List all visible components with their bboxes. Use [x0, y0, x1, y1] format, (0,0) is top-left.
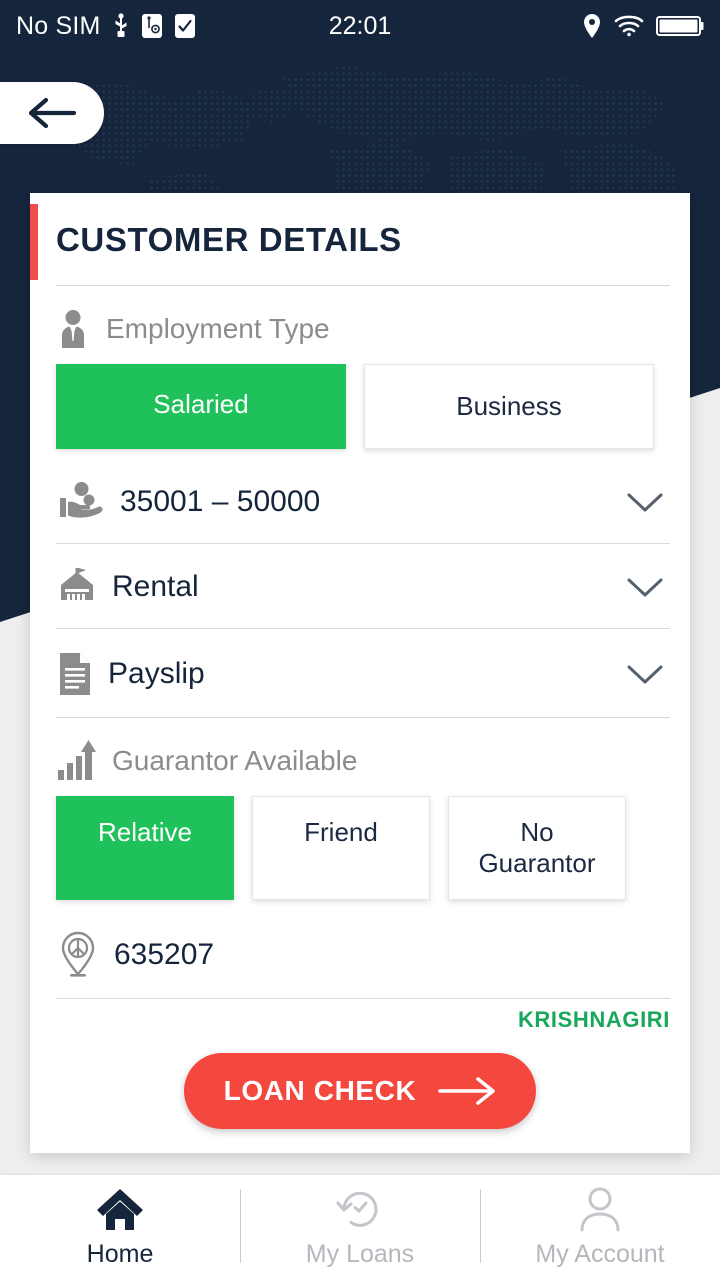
growth-chart-icon [58, 740, 96, 780]
businessman-icon [62, 310, 84, 348]
chevron-down-icon [627, 665, 663, 684]
guarantor-options: Relative Friend No Guarantor [56, 788, 670, 910]
nav-label-my-loans: My Loans [305, 1240, 415, 1268]
document-select[interactable]: Payslip [56, 629, 670, 718]
guarantor-option-friend[interactable]: Friend [252, 796, 430, 900]
nav-item-home[interactable]: Home [0, 1175, 240, 1280]
page-title: CUSTOMER DETAILS [56, 221, 402, 258]
status-bar: No SIM 22:01 [0, 0, 720, 52]
status-bar-left: No SIM [16, 12, 196, 41]
card-header: CUSTOMER DETAILS [30, 193, 670, 286]
usb-icon [115, 13, 127, 37]
salary-select[interactable]: 35001 – 50000 [56, 459, 670, 544]
city-label: KRISHNAGIRI [517, 1007, 670, 1032]
salary-section: 35001 – 50000 [56, 459, 670, 544]
document-value: Payslip [108, 657, 205, 690]
document-section: Payslip [56, 629, 670, 718]
bottom-navigation: Home My Loans My Account [0, 1175, 720, 1280]
nav-item-my-account[interactable]: My Account [480, 1175, 720, 1280]
guarantor-label: Guarantor Available [112, 745, 358, 776]
loan-check-button[interactable]: LOAN CHECK [183, 1053, 537, 1129]
map-pin-icon [61, 931, 95, 977]
arrow-left-icon [28, 97, 77, 129]
employment-options: Salaried Business [56, 356, 670, 459]
pincode-field[interactable]: 635207 [56, 910, 670, 999]
employment-label: Employment Type [106, 313, 330, 344]
chevron-down-icon [627, 493, 663, 512]
customer-details-card: CUSTOMER DETAILS Employment Type Salarie… [30, 193, 690, 1153]
guarantor-option-no-guarantor[interactable]: No Guarantor [448, 796, 626, 900]
home-icon [97, 1189, 143, 1230]
house-icon [61, 568, 93, 600]
app-screen: No SIM 22:01 CUSTOMER DETAILS Employment… [0, 0, 720, 1280]
battery-icon [656, 16, 704, 36]
status-bar-right [582, 13, 704, 39]
employment-label-row: Employment Type [56, 286, 670, 356]
guarantor-section: Guarantor Available Relative Friend No G… [56, 718, 670, 910]
guarantor-label-row: Guarantor Available [56, 718, 670, 788]
person-icon [580, 1187, 620, 1232]
employment-option-business[interactable]: Business [364, 364, 654, 449]
chevron-down-icon [627, 578, 663, 597]
usb-settings-icon [141, 14, 162, 38]
loan-check-label: LOAN CHECK [223, 1075, 417, 1106]
employment-option-salaried[interactable]: Salaried [56, 364, 346, 449]
salary-value: 35001 – 50000 [120, 485, 321, 518]
nav-item-my-loans[interactable]: My Loans [240, 1175, 480, 1280]
guarantor-option-relative[interactable]: Relative [56, 796, 234, 900]
carrier-label: No SIM [16, 11, 101, 40]
wifi-icon [614, 15, 644, 37]
location-icon [584, 14, 600, 38]
checkbox-checked-icon [174, 14, 195, 38]
pincode-section: 635207 KRISHNAGIRI [56, 910, 670, 1035]
employment-section: Employment Type Salaried Business [56, 286, 670, 459]
nav-label-my-account: My Account [535, 1240, 665, 1268]
residence-section: Rental [56, 544, 670, 629]
residence-select[interactable]: Rental [56, 544, 670, 629]
document-icon [60, 653, 90, 695]
residence-value: Rental [112, 570, 199, 603]
pincode-value: 635207 [114, 938, 215, 971]
history-clock-icon [336, 1191, 378, 1227]
back-button[interactable] [0, 82, 104, 144]
cta-container: LOAN CHECK [30, 1035, 690, 1135]
hand-money-icon [60, 482, 103, 518]
arrow-right-icon [438, 1077, 496, 1105]
nav-label-home: Home [86, 1240, 154, 1268]
title-accent-bar [30, 204, 38, 280]
